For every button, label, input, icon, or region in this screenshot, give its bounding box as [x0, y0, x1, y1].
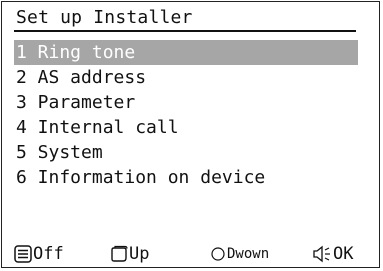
menu-item-ring-tone[interactable]: 1 Ring tone [14, 40, 358, 65]
menu-item-system[interactable]: 5 System [14, 140, 358, 165]
menu-item-as-address[interactable]: 2 AS address [14, 65, 358, 90]
down-softkey[interactable]: Dwown [210, 242, 269, 266]
menu-item-information-on-device[interactable]: 6 Information on device [14, 165, 358, 190]
softkey-bar: Off Up Dwown OK [14, 242, 364, 266]
title-underline [14, 30, 356, 32]
menu-item-parameter[interactable]: 3 Parameter [14, 90, 358, 115]
ok-softkey-label: OK [333, 244, 354, 264]
speaker-icon [312, 245, 332, 263]
rounded-square-icon [110, 245, 128, 263]
menu-item-internal-call[interactable]: 4 Internal call [14, 115, 358, 140]
ok-softkey[interactable]: OK [312, 242, 353, 266]
up-softkey[interactable]: Up [110, 242, 149, 266]
circle-icon [210, 246, 226, 262]
down-softkey-label: Dwown [227, 246, 270, 262]
off-softkey-label: Off [33, 244, 64, 264]
installer-menu: 1 Ring tone 2 AS address 3 Parameter 4 I… [14, 40, 358, 190]
device-display: Set up Installer 1 Ring tone 2 AS addres… [1, 1, 380, 268]
menu-list-icon [14, 245, 32, 263]
off-softkey[interactable]: Off [14, 242, 64, 266]
up-softkey-label: Up [129, 244, 150, 264]
screen-title: Set up Installer [16, 7, 193, 28]
